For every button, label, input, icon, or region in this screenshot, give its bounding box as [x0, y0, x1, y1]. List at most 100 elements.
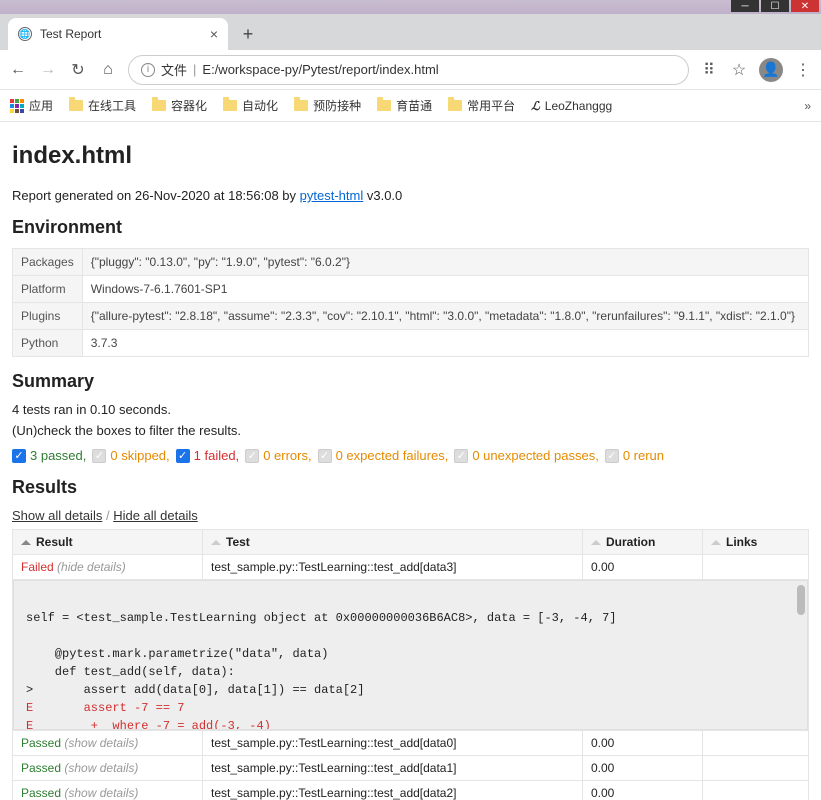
filter-xfail[interactable]: ✓0 expected failures,: [318, 448, 449, 463]
result-cell[interactable]: Passed (show details): [13, 781, 203, 800]
test-cell: test_sample.py::TestLearning::test_add[d…: [203, 555, 583, 580]
result-cell[interactable]: Passed (show details): [13, 731, 203, 756]
checkbox-icon[interactable]: ✓: [92, 449, 106, 463]
links-cell: [703, 756, 809, 781]
summary-filters: ✓3 passed, ✓0 skipped, ✓1 failed, ✓0 err…: [12, 448, 809, 463]
folder-icon: [223, 100, 237, 111]
filter-passed[interactable]: ✓3 passed,: [12, 448, 86, 463]
browser-tab[interactable]: 🌐 Test Report ×: [8, 18, 228, 50]
result-cell[interactable]: Passed (show details): [13, 756, 203, 781]
show-all-link[interactable]: Show all details: [12, 508, 102, 523]
sort-icon: [711, 540, 721, 545]
apps-button[interactable]: 应用: [10, 97, 53, 114]
back-button[interactable]: ←: [8, 60, 28, 80]
minimize-button[interactable]: ─: [731, 0, 759, 12]
apps-icon: [10, 99, 24, 113]
env-row: Python3.7.3: [13, 330, 809, 357]
links-cell: [703, 781, 809, 800]
bookmark-folder[interactable]: 自动化: [223, 97, 278, 114]
test-cell: test_sample.py::TestLearning::test_add[d…: [203, 731, 583, 756]
duration-cell: 0.00: [583, 555, 703, 580]
apps-label: 应用: [29, 97, 53, 114]
bookmark-folder[interactable]: 育苗通: [377, 97, 432, 114]
profile-avatar[interactable]: 👤: [759, 58, 783, 82]
sort-asc-icon: [21, 540, 31, 545]
folder-icon: [294, 100, 308, 111]
generated-line: Report generated on 26-Nov-2020 at 18:56…: [12, 188, 809, 203]
bookmark-folder[interactable]: 容器化: [152, 97, 207, 114]
url-sep: |: [193, 62, 196, 77]
bookmarks-bar: 应用 在线工具 容器化 自动化 预防接种 育苗通 常用平台 ℒLeoZhangg…: [0, 90, 821, 122]
globe-icon: 🌐: [18, 27, 32, 41]
url-file-label: 文件: [161, 60, 187, 79]
checkbox-icon[interactable]: ✓: [176, 449, 190, 463]
hide-all-link[interactable]: Hide all details: [113, 508, 198, 523]
tab-close-icon[interactable]: ×: [210, 26, 218, 42]
window-close-button[interactable]: ✕: [791, 0, 819, 12]
site-info-icon[interactable]: i: [141, 63, 155, 77]
col-duration[interactable]: Duration: [583, 530, 703, 555]
summary-line: 4 tests ran in 0.10 seconds.: [12, 402, 809, 417]
page-content: index.html Report generated on 26-Nov-20…: [0, 122, 821, 800]
tab-title: Test Report: [40, 27, 101, 41]
window-titlebar: ─ ☐ ✕: [0, 0, 821, 14]
summary-heading: Summary: [12, 371, 809, 392]
star-icon[interactable]: ☆: [729, 60, 749, 80]
duration-cell: 0.00: [583, 731, 703, 756]
env-row: PlatformWindows-7-6.1.7601-SP1: [13, 276, 809, 303]
col-test[interactable]: Test: [203, 530, 583, 555]
links-cell: [703, 731, 809, 756]
sort-icon: [211, 540, 221, 545]
bookmark-item[interactable]: ℒLeoZhanggg: [531, 99, 612, 113]
checkbox-icon[interactable]: ✓: [454, 449, 468, 463]
result-cell[interactable]: Failed (hide details): [13, 555, 203, 580]
filter-skipped[interactable]: ✓0 skipped,: [92, 448, 169, 463]
results-heading: Results: [12, 477, 809, 498]
bookmark-folder[interactable]: 预防接种: [294, 97, 361, 114]
url-text: E:/workspace-py/Pytest/report/index.html: [202, 62, 438, 77]
reload-button[interactable]: ↻: [68, 60, 88, 80]
env-row: Packages{"pluggy": "0.13.0", "py": "1.9.…: [13, 249, 809, 276]
result-row: Passed (show details) test_sample.py::Te…: [13, 781, 809, 800]
bookmark-folder[interactable]: 常用平台: [448, 97, 515, 114]
pytest-html-link[interactable]: pytest-html: [300, 188, 364, 203]
env-row: Plugins{"allure-pytest": "2.8.18", "assu…: [13, 303, 809, 330]
sort-icon: [591, 540, 601, 545]
col-result[interactable]: Result: [13, 530, 203, 555]
result-row: Passed (show details) test_sample.py::Te…: [13, 756, 809, 781]
tab-strip: 🌐 Test Report × +: [0, 14, 821, 50]
home-button[interactable]: ⌂: [98, 60, 118, 80]
new-tab-button[interactable]: +: [234, 20, 262, 48]
filter-errors[interactable]: ✓0 errors,: [245, 448, 311, 463]
folder-icon: [152, 100, 166, 111]
bookmarks-overflow-icon[interactable]: »: [804, 99, 811, 113]
address-bar[interactable]: i 文件 | E:/workspace-py/Pytest/report/ind…: [128, 55, 689, 85]
result-row: Failed (hide details) test_sample.py::Te…: [13, 555, 809, 580]
filter-failed[interactable]: ✓1 failed,: [176, 448, 240, 463]
checkbox-icon[interactable]: ✓: [12, 449, 26, 463]
forward-button[interactable]: →: [38, 60, 58, 80]
test-cell: test_sample.py::TestLearning::test_add[d…: [203, 756, 583, 781]
maximize-button[interactable]: ☐: [761, 0, 789, 12]
bookmark-icon: ℒ: [531, 99, 540, 113]
menu-icon[interactable]: ⋮: [793, 60, 813, 80]
page-title: index.html: [12, 142, 809, 170]
filter-rerun[interactable]: ✓0 rerun: [605, 448, 664, 463]
window-buttons: ─ ☐ ✕: [731, 0, 821, 14]
checkbox-icon[interactable]: ✓: [605, 449, 619, 463]
traceback-panel[interactable]: self = <test_sample.TestLearning object …: [13, 580, 808, 730]
filter-xpass[interactable]: ✓0 unexpected passes,: [454, 448, 598, 463]
traceback-row: self = <test_sample.TestLearning object …: [13, 580, 809, 731]
environment-table: Packages{"pluggy": "0.13.0", "py": "1.9.…: [12, 248, 809, 357]
result-row: Passed (show details) test_sample.py::Te…: [13, 731, 809, 756]
environment-heading: Environment: [12, 217, 809, 238]
detail-links: Show all details / Hide all details: [12, 508, 809, 523]
translate-icon[interactable]: ⠿: [699, 60, 719, 80]
duration-cell: 0.00: [583, 781, 703, 800]
checkbox-icon[interactable]: ✓: [245, 449, 259, 463]
scrollbar-thumb[interactable]: [797, 585, 805, 615]
bookmark-folder[interactable]: 在线工具: [69, 97, 136, 114]
checkbox-icon[interactable]: ✓: [318, 449, 332, 463]
folder-icon: [448, 100, 462, 111]
col-links[interactable]: Links: [703, 530, 809, 555]
